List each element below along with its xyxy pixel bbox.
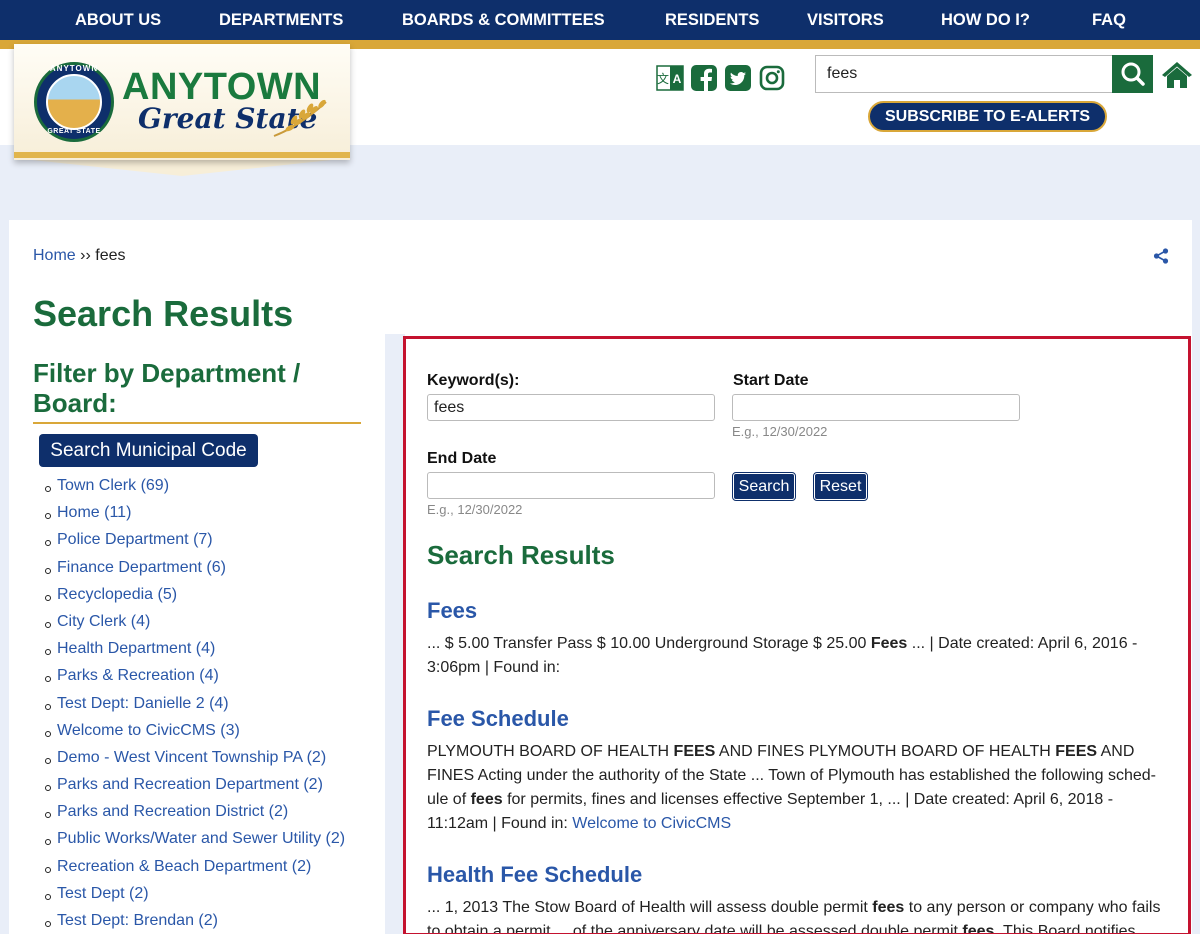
search-button[interactable]: Search	[732, 472, 796, 501]
seal-landscape	[46, 74, 102, 130]
snippet-line: ule of fees for permits, fines and licen…	[427, 791, 1114, 808]
start-date-input[interactable]	[732, 394, 1020, 421]
logo-banner-tip	[14, 158, 350, 176]
result-title-link[interactable]: Fees	[427, 598, 477, 624]
site-logo[interactable]: ANYTOWN GREAT STATE ANYTOWN Great State	[14, 44, 350, 178]
nav-faq[interactable]: FAQ	[1092, 0, 1126, 40]
translate-icon[interactable]: 文 A	[656, 64, 684, 92]
svg-text:文: 文	[657, 71, 669, 86]
snippet-line: FINES Acting under the authority of the …	[427, 767, 1157, 784]
end-date-hint: E.g., 12/30/2022	[427, 502, 523, 517]
department-filter-link[interactable]: Demo - West Vincent Township PA (2)	[39, 749, 379, 776]
department-filter-link[interactable]: Recyclopedia (5)	[39, 586, 379, 613]
department-filter-link[interactable]: Finance Department (6)	[39, 559, 379, 586]
department-filter-link[interactable]: Parks and Recreation District (2)	[39, 803, 379, 830]
filter-title: Filter by Department / Board:	[33, 358, 301, 418]
result-snippet: ... $ 5.00 Transfer Pass $ 10.00 Undergr…	[427, 632, 1167, 680]
site-search-button[interactable]	[1112, 55, 1153, 93]
end-date-input[interactable]	[427, 472, 715, 499]
department-filter-link[interactable]: Test Dept: Brendan (2)	[39, 912, 379, 934]
end-date-label: End Date	[427, 450, 497, 467]
seal-top-text: ANYTOWN	[49, 64, 99, 73]
breadcrumb-current: fees	[95, 247, 126, 264]
search-icon	[1121, 62, 1145, 86]
town-seal: ANYTOWN GREAT STATE	[34, 62, 114, 142]
wheat-icon	[273, 99, 327, 137]
department-filter-list: Town Clerk (69) Home (11) Police Departm…	[39, 477, 379, 934]
keyword-highlight: FEES	[1055, 743, 1098, 760]
logo-gold-line	[14, 152, 350, 158]
search-municipal-code-button[interactable]: Search Municipal Code	[39, 434, 258, 467]
result-title-link[interactable]: Health Fee Schedule	[427, 862, 642, 888]
department-filter-link[interactable]: Test Dept (2)	[39, 885, 379, 912]
result-snippet: ... 1, 2013 The Stow Board of Health wil…	[427, 896, 1167, 934]
subscribe-e-alerts-button[interactable]: SUBSCRIBE TO E-ALERTS	[868, 101, 1107, 132]
department-filter-link[interactable]: Welcome to CivicCMS (3)	[39, 722, 379, 749]
nav-about-us[interactable]: ABOUT US	[75, 0, 161, 40]
department-filter-link[interactable]: City Clerk (4)	[39, 613, 379, 640]
search-results-panel: Keyword(s): fees Start Date E.g., 12/30/…	[403, 336, 1191, 934]
department-filter-link[interactable]: Health Department (4)	[39, 640, 379, 667]
department-filter-link[interactable]: Recreation & Beach Department (2)	[39, 858, 379, 885]
result-title-link[interactable]: Fee Schedule	[427, 706, 569, 732]
filter-divider	[33, 422, 361, 424]
department-filter-link[interactable]: Test Dept: Danielle 2 (4)	[39, 695, 379, 722]
page-title: Search Results	[33, 293, 294, 334]
nav-departments[interactable]: DEPARTMENTS	[219, 0, 343, 40]
snippet-line: PLYMOUTH BOARD OF HEALTH FEES AND FINES …	[427, 743, 1135, 760]
site-search	[815, 55, 1153, 93]
breadcrumb-separator: ››	[80, 247, 91, 264]
department-filter-link[interactable]: Police Department (7)	[39, 531, 379, 558]
seal-bottom-text: GREAT STATE	[47, 128, 101, 135]
facebook-icon[interactable]	[690, 64, 718, 92]
site-search-input[interactable]	[815, 55, 1113, 93]
start-date-label: Start Date	[733, 372, 809, 389]
instagram-icon[interactable]	[758, 64, 786, 92]
nav-visitors[interactable]: VISITORS	[807, 0, 884, 40]
keyword-highlight: fees	[470, 791, 503, 808]
nav-how-do-i[interactable]: HOW DO I?	[941, 0, 1030, 40]
department-filter-link[interactable]: Town Clerk (69)	[39, 477, 379, 504]
start-date-hint: E.g., 12/30/2022	[732, 424, 828, 439]
svg-text:A: A	[673, 72, 682, 86]
twitter-icon[interactable]	[724, 64, 752, 92]
keyword-highlight: FEES	[673, 743, 716, 760]
found-in-link[interactable]: Welcome to CivicCMS	[572, 815, 731, 832]
keyword-input[interactable]: fees	[427, 394, 715, 421]
share-icon[interactable]	[1153, 248, 1169, 264]
keyword-label: Keyword(s):	[427, 372, 520, 389]
main-content: Home ›› fees Search Results Filter by De…	[9, 220, 1192, 934]
department-filter-link[interactable]: Parks & Recreation (4)	[39, 667, 379, 694]
breadcrumb: Home ›› fees	[33, 247, 126, 265]
snippet-line: 3:06pm | Found in:	[427, 659, 561, 676]
snippet-line: 11:12am | Found in: Welcome to CivicCMS	[427, 815, 732, 832]
column-gutter	[385, 334, 405, 934]
snippet-line: to obtain a permit ... of the anniversar…	[427, 920, 1167, 934]
department-filter-link[interactable]: Parks and Recreation Department (2)	[39, 776, 379, 803]
top-navigation: ABOUT US DEPARTMENTS BOARDS & COMMITTEES…	[0, 0, 1200, 40]
result-snippet: PLYMOUTH BOARD OF HEALTH FEES AND FINES …	[427, 740, 1167, 836]
keyword-highlight: fees	[872, 899, 905, 916]
keyword-highlight: Fees	[870, 635, 908, 652]
keyword-highlight: fees	[962, 923, 995, 934]
results-heading: Search Results	[427, 540, 615, 570]
nav-residents[interactable]: RESIDENTS	[665, 0, 759, 40]
snippet-line: ... 1, 2013 The Stow Board of Health wil…	[427, 899, 1161, 916]
snippet-line: ... $ 5.00 Transfer Pass $ 10.00 Undergr…	[427, 635, 1138, 652]
department-filter-link[interactable]: Public Works/Water and Sewer Utility (2)	[39, 830, 379, 857]
reset-button[interactable]: Reset	[813, 472, 868, 501]
department-filter-link[interactable]: Home (11)	[39, 504, 379, 531]
nav-boards-committees[interactable]: BOARDS & COMMITTEES	[402, 0, 605, 40]
home-icon[interactable]	[1161, 60, 1193, 90]
breadcrumb-home-link[interactable]: Home	[33, 247, 76, 264]
